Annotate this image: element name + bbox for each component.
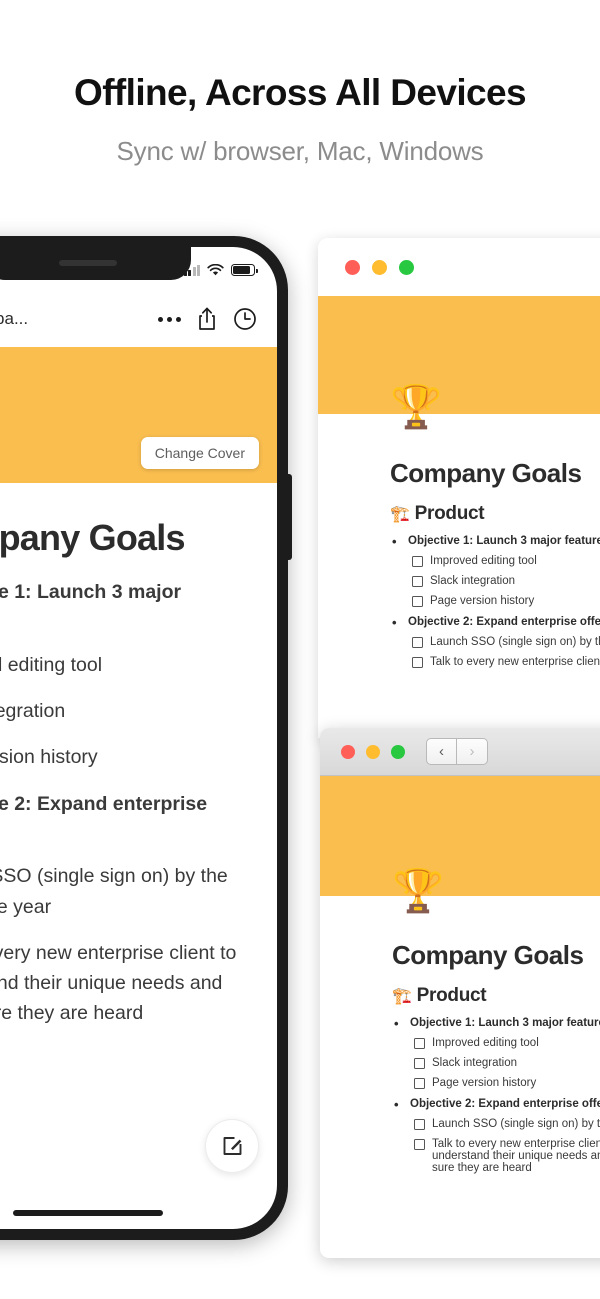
close-button[interactable] xyxy=(341,744,355,759)
phone-task-cont: understand their unique needs and xyxy=(0,972,223,995)
objective-list: Objective 1: Launch 3 major features Imp… xyxy=(390,534,600,668)
checklist-label: Talk to every new enterprise client to u… xyxy=(430,656,600,668)
document-icon-wrap: 🏆 xyxy=(318,386,600,442)
document-title[interactable]: Company Goals xyxy=(392,940,600,971)
share-icon[interactable] xyxy=(195,306,219,332)
checklist-item[interactable]: Page version history xyxy=(390,595,600,607)
checklist-item[interactable]: Page version history xyxy=(392,1077,600,1089)
phone-task-cont: make sure they are heard xyxy=(0,1002,144,1025)
checklist-item[interactable]: Slack integration xyxy=(390,575,600,587)
checkbox-icon[interactable] xyxy=(414,1078,425,1089)
compose-icon xyxy=(223,1137,242,1155)
crane-icon: 🏗️ xyxy=(392,988,412,1005)
phone-task[interactable]: Slack integration xyxy=(0,698,255,724)
checklist-label: Page version history xyxy=(430,595,535,607)
mac-window-front[interactable]: ‹ › 🏆 Company Goals 🏗️ Product Objective… xyxy=(320,728,600,1258)
phone-mockup: 🏆 Compa... xyxy=(0,236,292,1240)
phone-notch xyxy=(0,247,191,280)
checklist-item[interactable]: Talk to every new enterprise client to u… xyxy=(390,656,600,668)
wifi-icon xyxy=(207,263,224,275)
objective-item[interactable]: Objective 1: Launch 3 major features xyxy=(392,1016,600,1031)
checkbox-icon[interactable] xyxy=(414,1038,425,1049)
section-heading-label: Product xyxy=(414,503,485,524)
page-subheadline: Sync w/ browser, Mac, Windows xyxy=(116,136,484,166)
checklist-item[interactable]: Slack integration xyxy=(392,1057,600,1069)
checkbox-icon[interactable] xyxy=(412,576,423,587)
battery-icon xyxy=(231,264,258,276)
phone-page-title[interactable]: Compa... xyxy=(0,309,28,329)
phone-task[interactable]: Talk to every new enterprise client to xyxy=(0,940,255,966)
checkbox-icon[interactable] xyxy=(412,637,423,648)
compose-button[interactable] xyxy=(205,1119,259,1173)
phone-document-body: Company Goals Objective 1: Launch 3 majo… xyxy=(0,483,277,1027)
checkbox-icon[interactable] xyxy=(412,596,423,607)
checklist-label: Improved editing tool xyxy=(432,1037,539,1049)
objective-item[interactable]: Objective 1: Launch 3 major features xyxy=(390,534,600,549)
checkbox-icon[interactable] xyxy=(414,1058,425,1069)
back-button[interactable]: ‹ xyxy=(426,738,457,765)
page-headline: Offline, Across All Devices xyxy=(74,72,527,113)
phone-task-cont: end of the year xyxy=(0,895,52,918)
forward-button[interactable]: › xyxy=(457,738,488,765)
crane-icon: 🏗️ xyxy=(390,506,410,523)
power-button[interactable] xyxy=(287,474,292,560)
checklist-item[interactable]: Launch SSO (single sign on) by the end o… xyxy=(390,636,600,648)
section-heading-label: Product xyxy=(416,985,487,1006)
checkbox-icon[interactable] xyxy=(414,1119,425,1130)
checklist-item[interactable]: Improved editing tool xyxy=(390,555,600,567)
checklist-label: Slack integration xyxy=(432,1057,518,1069)
phone-objective-2[interactable]: Objective 2: Expand enterprise offering xyxy=(0,791,255,844)
checkbox-icon[interactable] xyxy=(412,657,423,668)
mac-front-titlebar: ‹ › xyxy=(320,728,600,776)
phone-task[interactable]: Launch SSO (single sign on) by the xyxy=(0,863,255,889)
checklist-item[interactable]: Improved editing tool xyxy=(392,1037,600,1049)
status-bar xyxy=(183,259,258,281)
checklist-item[interactable]: Launch SSO (single sign on) by the end o… xyxy=(392,1118,600,1130)
maximize-button[interactable] xyxy=(391,744,405,759)
speaker-grille xyxy=(59,260,117,266)
phone-objective-1[interactable]: Objective 1: Launch 3 major features xyxy=(0,579,255,632)
promo-screenshot: Offline, Across All Devices Sync w/ brow… xyxy=(0,0,600,1299)
mac-back-content: Company Goals 🏗️ Product Objective 1: La… xyxy=(318,458,600,668)
document-title[interactable]: Company Goals xyxy=(390,458,600,489)
phone-task[interactable]: Improved editing tool xyxy=(0,652,255,678)
change-cover-button[interactable]: Change Cover xyxy=(140,437,259,469)
minimize-button[interactable] xyxy=(366,744,380,759)
checklist-label: Launch SSO (single sign on) by the end o… xyxy=(432,1118,600,1130)
objective-item[interactable]: Objective 2: Expand enterprise offering xyxy=(390,615,600,630)
clock-icon[interactable] xyxy=(233,306,257,332)
phone-document-cover[interactable]: Change Cover xyxy=(0,347,277,483)
close-button[interactable] xyxy=(345,259,360,275)
trophy-icon[interactable]: 🏆 xyxy=(390,383,442,430)
minimize-button[interactable] xyxy=(372,259,387,275)
more-dots-icon[interactable] xyxy=(158,316,181,322)
nav-button-group: ‹ › xyxy=(426,738,488,765)
checklist-label: Page version history xyxy=(432,1077,537,1089)
phone-navbar: 🏆 Compa... xyxy=(0,291,277,347)
mac-window-back[interactable]: 🏆 Company Goals 🏗️ Product Objective 1: … xyxy=(318,238,600,738)
checklist-label: Slack integration xyxy=(430,575,516,587)
phone-screen: 🏆 Compa... xyxy=(0,247,277,1229)
checklist-label: Talk to every new enterprise client to u… xyxy=(432,1138,600,1174)
mac-back-titlebar xyxy=(318,238,600,296)
checklist-item[interactable]: Talk to every new enterprise client to u… xyxy=(392,1138,600,1174)
maximize-button[interactable] xyxy=(399,259,414,275)
checklist-label: Improved editing tool xyxy=(430,555,537,567)
section-heading[interactable]: 🏗️ Product xyxy=(390,503,600,525)
objective-list: Objective 1: Launch 3 major features Imp… xyxy=(392,1016,600,1174)
checkbox-icon[interactable] xyxy=(414,1139,425,1150)
document-icon-wrap: 🏆 xyxy=(320,870,600,924)
checkbox-icon[interactable] xyxy=(412,556,423,567)
phone-document-title[interactable]: Company Goals xyxy=(0,517,255,559)
section-heading[interactable]: 🏗️ Product xyxy=(392,985,600,1007)
home-indicator xyxy=(13,1210,163,1216)
trophy-icon[interactable]: 🏆 xyxy=(392,867,444,914)
mac-front-content: Company Goals 🏗️ Product Objective 1: La… xyxy=(320,940,600,1174)
checklist-label: Launch SSO (single sign on) by the end o… xyxy=(430,636,600,648)
objective-item[interactable]: Objective 2: Expand enterprise offering xyxy=(392,1097,600,1112)
phone-task[interactable]: Page version history xyxy=(0,744,255,770)
